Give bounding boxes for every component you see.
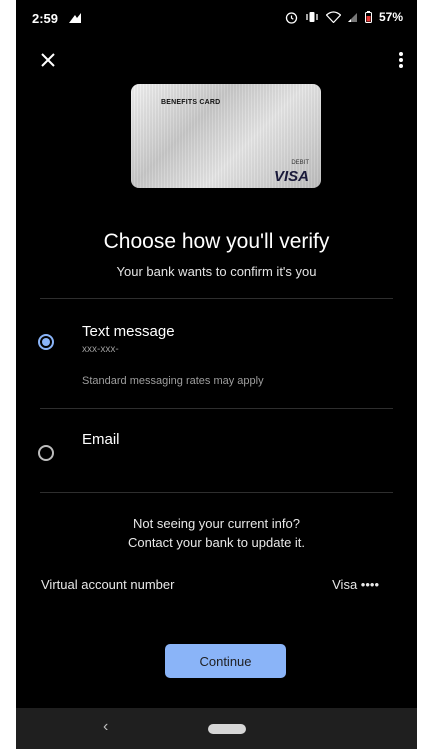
radio-email[interactable] xyxy=(38,445,54,461)
wifi-icon xyxy=(325,11,341,23)
contact-line-2: Contact your bank to update it. xyxy=(127,535,306,550)
status-time: 2:59 xyxy=(32,11,59,26)
option-label: Email xyxy=(82,431,120,448)
card-title: BENEFITS CARD xyxy=(161,99,221,106)
back-icon[interactable]: ‹ xyxy=(103,718,108,736)
continue-button[interactable]: Continue xyxy=(165,644,286,678)
battery-icon xyxy=(364,11,372,23)
divider xyxy=(40,492,393,493)
option-value: xxx-xxx- xyxy=(82,344,119,355)
card-debit-label: DEBIT xyxy=(291,160,309,166)
option-note: Standard messaging rates may apply xyxy=(82,375,264,387)
app-bar xyxy=(16,40,417,80)
phone-screen: 2:59 57% BENEFITS CARD DEBIT VISA Choose… xyxy=(16,0,417,749)
navigation-bar: ‹ xyxy=(16,708,417,749)
account-number-label: Virtual account number xyxy=(41,577,175,592)
home-pill-icon[interactable] xyxy=(208,724,246,734)
alarm-icon xyxy=(285,11,298,24)
divider xyxy=(40,298,393,299)
account-number-value: Visa •••• xyxy=(332,577,379,592)
more-vert-icon[interactable] xyxy=(389,48,413,72)
close-icon[interactable] xyxy=(36,48,60,72)
contact-line-1: Not seeing your current info? xyxy=(133,516,300,531)
radio-text-message[interactable] xyxy=(38,334,54,350)
divider xyxy=(40,408,393,409)
page-title: Choose how you'll verify xyxy=(103,230,330,253)
card-visa-logo: VISA xyxy=(273,168,309,185)
battery-percent: 57% xyxy=(378,10,403,24)
signal-icon xyxy=(347,12,357,22)
option-text-message[interactable]: Text message xxx-xxx- Standard messaging… xyxy=(16,300,417,408)
status-bar: 2:59 57% xyxy=(16,0,417,36)
benefits-card-image: BENEFITS CARD DEBIT VISA xyxy=(131,84,321,188)
contact-bank-text: Not seeing your current info? Contact yo… xyxy=(16,514,417,552)
option-email[interactable]: Email xyxy=(16,410,417,492)
vibrate-icon xyxy=(306,12,318,22)
page-subtitle: Your bank wants to confirm it's you xyxy=(116,264,317,279)
notification-icon xyxy=(69,13,81,23)
status-icons: 57% xyxy=(285,10,403,24)
option-label: Text message xyxy=(82,323,175,340)
